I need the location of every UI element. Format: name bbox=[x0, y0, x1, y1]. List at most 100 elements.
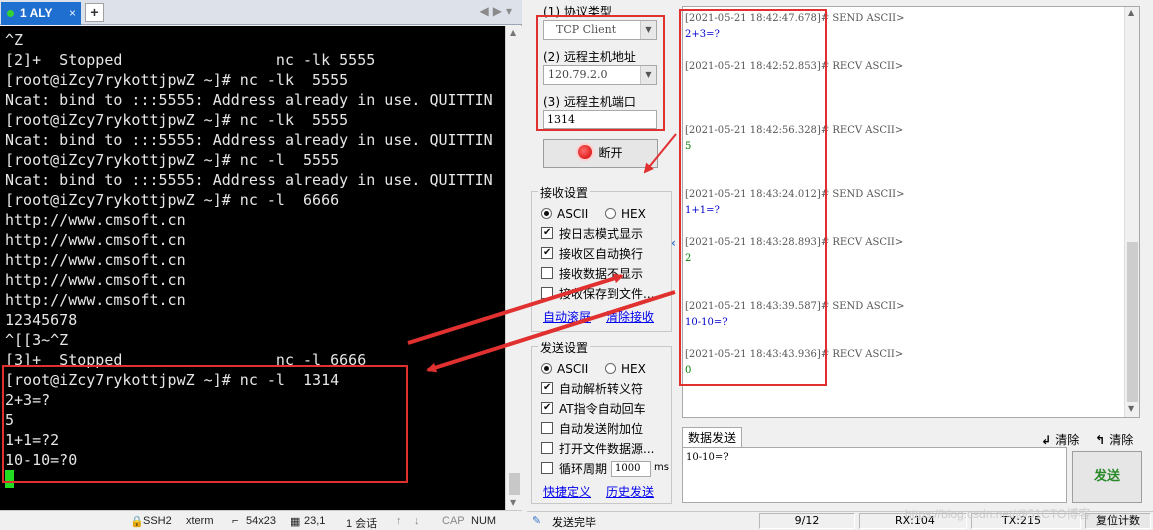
recv-option-label: 接收保存到文件... bbox=[559, 287, 655, 301]
remote-host-label: (2) 远程主机地址 bbox=[543, 50, 636, 64]
log-scroll-thumb[interactable] bbox=[1127, 242, 1138, 402]
scroll-down-icon[interactable]: ▼ bbox=[510, 498, 516, 507]
log-timestamp: [2021-05-21 18:42:47.678]# SEND ASCII> bbox=[685, 13, 905, 24]
checkbox-checked-icon bbox=[541, 227, 553, 239]
shortcut-define-link[interactable]: 快捷定义 bbox=[543, 483, 591, 500]
log-timestamp: [2021-05-21 18:43:39.587]# SEND ASCII> bbox=[685, 301, 905, 312]
terminal-line: Ncat: bind to :::5555: Address already i… bbox=[5, 171, 493, 189]
add-tab-button[interactable]: + bbox=[85, 3, 104, 22]
loop-period-input[interactable]: 1000 bbox=[611, 461, 651, 477]
send-option-checkbox[interactable]: 自动解析转义符 bbox=[541, 381, 643, 397]
clear-all-label: 清除 bbox=[1109, 433, 1134, 447]
caps-lock-status: CAP bbox=[442, 515, 465, 527]
num-lock-status: NUM bbox=[471, 515, 497, 527]
terminal-line: 1+1=?2 bbox=[5, 431, 60, 449]
resize-icon: ⌐ bbox=[232, 515, 239, 527]
terminal-line: http://www.cmsoft.cn bbox=[5, 211, 186, 229]
send-option-checkbox[interactable]: 自动发送附加位 bbox=[541, 421, 643, 437]
chevron-down-icon[interactable]: ▼ bbox=[640, 66, 656, 84]
protocol-type-select[interactable]: TCP Client ▼ bbox=[543, 20, 657, 40]
scroll-up-icon[interactable]: ▲ bbox=[510, 28, 516, 37]
send-option-label: 自动发送附加位 bbox=[559, 422, 644, 436]
log-received-data: 2 bbox=[685, 253, 692, 264]
scroll-down-icon[interactable]: ▼ bbox=[1128, 404, 1134, 413]
recv-hex-radio[interactable]: HEX bbox=[605, 206, 646, 222]
send-button[interactable]: 发送 bbox=[1072, 451, 1142, 503]
log-timestamp: [2021-05-21 18:43:43.936]# RECV ASCII> bbox=[685, 349, 904, 360]
terminal-line: [root@iZcy7rykottjpwZ ~]# nc -lk 5555 bbox=[5, 111, 349, 129]
checkbox-checked-icon bbox=[541, 247, 553, 259]
terminal-size-status: 54x23 bbox=[246, 515, 276, 527]
session-tab-aly[interactable]: 1 ALY × bbox=[1, 2, 81, 25]
terminal-line: http://www.cmsoft.cn bbox=[5, 291, 186, 309]
log-timestamp: [2021-05-21 18:42:52.853]# RECV ASCII> bbox=[685, 61, 904, 72]
recv-hex-label: HEX bbox=[621, 207, 646, 221]
send-text-input[interactable]: 10-10=? bbox=[682, 447, 1067, 503]
recv-option-label: 接收数据不显示 bbox=[559, 267, 644, 281]
lock-icon: 🔒 bbox=[130, 516, 144, 528]
send-status-text: 发送完毕 bbox=[552, 516, 596, 529]
send-hex-radio[interactable]: HEX bbox=[605, 361, 646, 377]
send-option-label: 自动解析转义符 bbox=[559, 382, 644, 396]
receive-log-area[interactable]: [2021-05-21 18:42:47.678]# SEND ASCII> 2+… bbox=[682, 6, 1140, 418]
cursor-position-status: 23,1 bbox=[304, 515, 326, 527]
session-tab-bar: 1 ALY × + ◀▶▾ bbox=[0, 0, 522, 25]
send-option-checkbox[interactable]: AT指令自动回车 bbox=[541, 401, 646, 417]
send-option-checkbox[interactable]: 打开文件数据源... bbox=[541, 441, 654, 457]
recv-ascii-radio[interactable]: ASCII bbox=[541, 206, 588, 222]
log-received-data: 5 bbox=[685, 141, 692, 152]
terminal-line: http://www.cmsoft.cn bbox=[5, 271, 186, 289]
disconnect-button[interactable]: 断开 bbox=[543, 139, 658, 168]
terminal-line: [2]+ Stopped nc -lk 5555 bbox=[5, 51, 376, 69]
checkbox-unchecked-icon bbox=[541, 442, 553, 454]
clear-receive-link[interactable]: 清除接收 bbox=[606, 308, 654, 325]
log-sent-data: 2+3=? bbox=[685, 29, 720, 40]
log-timestamp: [2021-05-21 18:43:28.893]# RECV ASCII> bbox=[685, 237, 904, 248]
checkbox-unchecked-icon bbox=[541, 422, 553, 434]
session-count-status: 1 会话 bbox=[346, 518, 378, 530]
radio-unselected-icon bbox=[605, 363, 616, 374]
tab-nav-arrows-icon[interactable]: ◀▶▾ bbox=[480, 4, 516, 18]
send-ascii-radio[interactable]: ASCII bbox=[541, 361, 588, 377]
radio-selected-icon bbox=[541, 363, 552, 374]
terminal-line: [root@iZcy7rykottjpwZ ~]# nc -l 5555 bbox=[5, 151, 340, 169]
radio-selected-icon bbox=[541, 208, 552, 219]
scroll-up-icon[interactable]: ▲ bbox=[1128, 8, 1134, 17]
recv-option-checkbox[interactable]: 接收保存到文件... bbox=[541, 286, 654, 302]
send-ascii-label: ASCII bbox=[557, 362, 589, 376]
tcp-debug-tool: (1) 协议类型 TCP Client ▼ (2) 远程主机地址 120.79.… bbox=[527, 0, 1153, 530]
clear-send-button[interactable]: ↲ 清除 bbox=[1041, 431, 1079, 448]
remote-host-select[interactable]: 120.79.2.0 ▼ bbox=[543, 65, 657, 85]
send-data-tab[interactable]: 数据发送 bbox=[682, 427, 742, 447]
remote-port-input[interactable]: 1314 bbox=[543, 110, 657, 129]
panel-collapse-icon[interactable]: ‹ bbox=[671, 236, 676, 250]
protocol-type-value: TCP Client bbox=[556, 23, 617, 36]
loop-unit-label: ms bbox=[654, 462, 669, 473]
clear-all-button[interactable]: ↰ 清除 bbox=[1095, 431, 1133, 448]
connected-indicator-icon bbox=[7, 10, 14, 18]
screenshot-root: 1 ALY × + ◀▶▾ ^Z [2]+ Stopped nc -lk 5555… bbox=[0, 0, 1153, 530]
download-arrow-icon: ↓ bbox=[414, 515, 420, 527]
recv-option-checkbox[interactable]: 接收区自动换行 bbox=[541, 246, 643, 262]
checkbox-unchecked-icon bbox=[541, 267, 553, 279]
log-received-data: 0 bbox=[685, 365, 692, 376]
recv-option-checkbox[interactable]: 接收数据不显示 bbox=[541, 266, 643, 282]
remote-host-value: 120.79.2.0 bbox=[548, 68, 608, 81]
send-history-link[interactable]: 历史发送 bbox=[606, 483, 654, 500]
close-tab-icon[interactable]: × bbox=[69, 2, 76, 25]
status-icon: ✎ bbox=[532, 514, 542, 527]
protocol-type-label: (1) 协议类型 bbox=[543, 5, 612, 19]
log-scrollbar[interactable]: ▲ ▼ bbox=[1124, 7, 1139, 417]
terminal-output[interactable]: ^Z [2]+ Stopped nc -lk 5555 [root@iZcy7ryk… bbox=[0, 26, 505, 510]
clear-up-arrow-icon: ↰ bbox=[1095, 433, 1110, 447]
send-option-checkbox[interactable]: 循环周期 bbox=[541, 461, 607, 477]
recv-option-checkbox[interactable]: 按日志模式显示 bbox=[541, 226, 643, 242]
terminal-window: 1 ALY × + ◀▶▾ ^Z [2]+ Stopped nc -lk 5555… bbox=[0, 0, 522, 530]
terminal-scrollbar[interactable]: ▲ ▼ bbox=[505, 26, 522, 510]
chevron-down-icon[interactable]: ▼ bbox=[640, 21, 656, 39]
terminal-scroll-thumb[interactable] bbox=[509, 473, 520, 495]
auto-scroll-link[interactable]: 自动滚屏 bbox=[543, 308, 591, 325]
reset-count-button[interactable]: 复位计数 bbox=[1085, 513, 1151, 529]
upload-arrow-icon: ↑ bbox=[396, 515, 402, 527]
terminal-cursor bbox=[5, 470, 14, 488]
